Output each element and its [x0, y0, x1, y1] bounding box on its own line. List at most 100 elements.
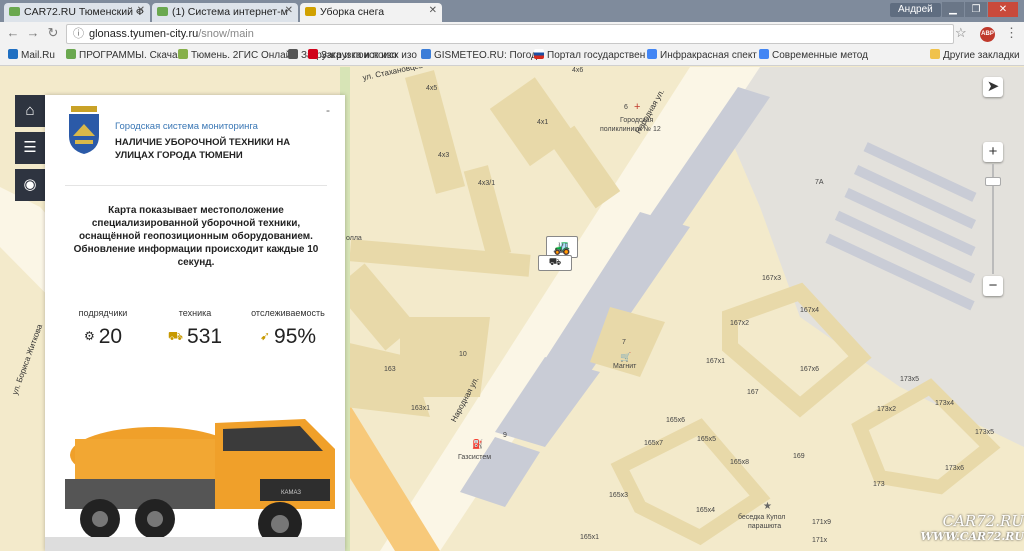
- url-path: /snow/main: [198, 28, 254, 40]
- maximize-window-button[interactable]: ❐: [965, 2, 987, 17]
- clinic-icon: +: [634, 101, 641, 113]
- stat-vehicles: техника ⛟ 531: [150, 308, 240, 349]
- poi-label: Газсистем: [458, 454, 492, 461]
- mailru-icon: [8, 49, 18, 59]
- locate-button[interactable]: ➤: [983, 77, 1003, 97]
- tab-snow-removal[interactable]: Уборка снега ✕: [300, 3, 442, 22]
- building-label: 167х4: [800, 307, 820, 314]
- bookmark-gosuslugi[interactable]: Портал государствен: [534, 49, 645, 61]
- watermark-url: WWW.CAR72.RU: [920, 530, 1024, 543]
- address-bar[interactable]: ⓘ glonass.tyumen-city.ru/snow/main: [66, 24, 954, 44]
- stat-label: отслеживаемость: [251, 308, 325, 318]
- russia-flag-icon: [534, 49, 544, 59]
- bookmark-programmy[interactable]: ПРОГРАММЫ. Скача: [66, 49, 178, 61]
- tab-internet-system[interactable]: (1) Система интернет-м ✕: [152, 3, 298, 22]
- close-tab-icon[interactable]: ✕: [429, 5, 437, 16]
- tab-label: (1) Система интернет-м: [172, 6, 288, 18]
- download-icon: [288, 49, 298, 59]
- close-tab-icon[interactable]: ✕: [285, 5, 293, 16]
- building-label: 6: [624, 104, 628, 111]
- building-label: 7: [622, 339, 626, 346]
- forward-arrow-icon[interactable]: →: [24, 25, 42, 40]
- building-label: 173х2: [877, 406, 897, 413]
- bookmark-other[interactable]: Другие закладки: [930, 49, 1020, 61]
- bookmark-modern-methods[interactable]: Современные метод: [759, 49, 868, 61]
- poi-label: поликлиника № 12: [600, 126, 661, 133]
- poi-label: олла: [346, 235, 362, 242]
- browser-toolbar: ← → ↻ ⓘ glonass.tyumen-city.ru/snow/main…: [0, 22, 1024, 46]
- url-host: glonass.tyumen-city.ru: [89, 28, 199, 40]
- building: [549, 125, 621, 209]
- building-label: 165х5: [697, 436, 717, 443]
- zoom-out-button[interactable]: −: [983, 276, 1003, 296]
- tab-label: CAR72.RU Тюменский Ф: [24, 6, 144, 18]
- watermark-logo: CAR72.RU: [942, 512, 1024, 530]
- car-favicon-icon: [9, 7, 20, 16]
- building-label: 4х6: [572, 67, 584, 74]
- bookmark-label: Mail.Ru: [21, 50, 55, 61]
- watermark: CAR72.RU WWW.CAR72.RU: [872, 512, 1024, 543]
- truck-brand-text: КАМАЗ: [281, 490, 301, 496]
- stat-tracking: отслеживаемость ➹ 95%: [243, 308, 333, 349]
- bookmark-label: Загрузка и поиск изо: [321, 50, 417, 61]
- bookmark-star-icon[interactable]: ☆: [955, 25, 967, 41]
- building-label: 171х9: [812, 519, 832, 526]
- signal-icon: ➹: [259, 329, 271, 343]
- bookmark-mailru[interactable]: Mail.Ru: [8, 49, 55, 61]
- poi-label: парашюта: [748, 523, 782, 530]
- navigation-arrow-icon: ➤: [986, 78, 1000, 95]
- building-label: 4х5: [426, 85, 438, 92]
- profile-button[interactable]: Андрей: [890, 3, 941, 17]
- fuel-icon: ⛽: [472, 439, 484, 449]
- loader-icon: ⛟: [548, 257, 562, 268]
- camera-button[interactable]: ◉: [15, 169, 45, 201]
- building-label: 10: [459, 351, 467, 358]
- bookmark-infrared[interactable]: Инфракрасная спект: [647, 49, 757, 61]
- building-label: 173: [873, 481, 885, 488]
- minimize-window-button[interactable]: ▁: [942, 2, 964, 17]
- bookmark-2gis[interactable]: Тюмень. 2ГИС Онлай: [178, 49, 291, 61]
- stat-label: техника: [178, 308, 212, 318]
- info-icon[interactable]: ⓘ: [73, 25, 84, 43]
- building-label: 163х1: [411, 405, 431, 412]
- reload-icon[interactable]: ↻: [44, 25, 62, 41]
- zoom-in-button[interactable]: +: [983, 142, 1003, 162]
- tyumen-crest-icon: [69, 106, 99, 154]
- bookmark-label: Инфракрасная спект: [660, 50, 757, 61]
- building-label: 173х5: [900, 376, 920, 383]
- stat-value: 531: [187, 325, 223, 348]
- bookmark-image-search[interactable]: Загрузка и поиск изо: [308, 49, 417, 61]
- divider: [65, 185, 327, 186]
- bookmark-gismeteo[interactable]: GISMETEO.RU: Погод: [421, 49, 537, 61]
- close-tab-icon[interactable]: ✕: [137, 5, 145, 16]
- zoom-slider-thumb[interactable]: [985, 177, 1001, 186]
- google-icon: [759, 49, 769, 59]
- list-button[interactable]: ☰: [15, 132, 45, 164]
- car-favicon-icon: [157, 7, 168, 16]
- tab-car72[interactable]: CAR72.RU Тюменский Ф ✕: [4, 3, 150, 22]
- building-label: 173х5: [975, 429, 995, 436]
- stat-value: 95%: [274, 325, 317, 348]
- building-label: 4х1: [537, 119, 549, 126]
- stat-value: 20: [98, 325, 123, 348]
- folder-icon: [930, 49, 940, 59]
- programs-icon: [66, 49, 76, 59]
- back-arrow-icon[interactable]: ←: [4, 25, 22, 40]
- panel-minimize-button[interactable]: -: [326, 103, 330, 117]
- bookmarks-bar: Mail.Ru ПРОГРАММЫ. Скача Тюмень. 2ГИС Он…: [0, 46, 1024, 66]
- home-button[interactable]: ⌂: [15, 95, 45, 127]
- kamaz-truck-image: КАМАЗ: [45, 409, 345, 551]
- google-icon: [647, 49, 657, 59]
- vehicle-marker[interactable]: ⛟: [538, 255, 572, 271]
- building-label: 167х3: [762, 275, 782, 282]
- bulldozer-favicon-icon: [305, 7, 316, 16]
- adblock-extension-icon[interactable]: ABP: [980, 27, 995, 42]
- shopping-cart-icon: 🛒: [620, 352, 632, 362]
- browser-menu-icon[interactable]: ⋮: [1005, 25, 1018, 41]
- building-label: 165х6: [666, 417, 686, 424]
- bookmark-label: GISMETEO.RU: Погод: [434, 50, 537, 61]
- close-window-button[interactable]: ✕: [988, 2, 1018, 17]
- bookmark-label: Тюмень. 2ГИС Онлай: [191, 50, 292, 61]
- gismeteo-icon: [421, 49, 431, 59]
- building-label: 173х4: [935, 400, 955, 407]
